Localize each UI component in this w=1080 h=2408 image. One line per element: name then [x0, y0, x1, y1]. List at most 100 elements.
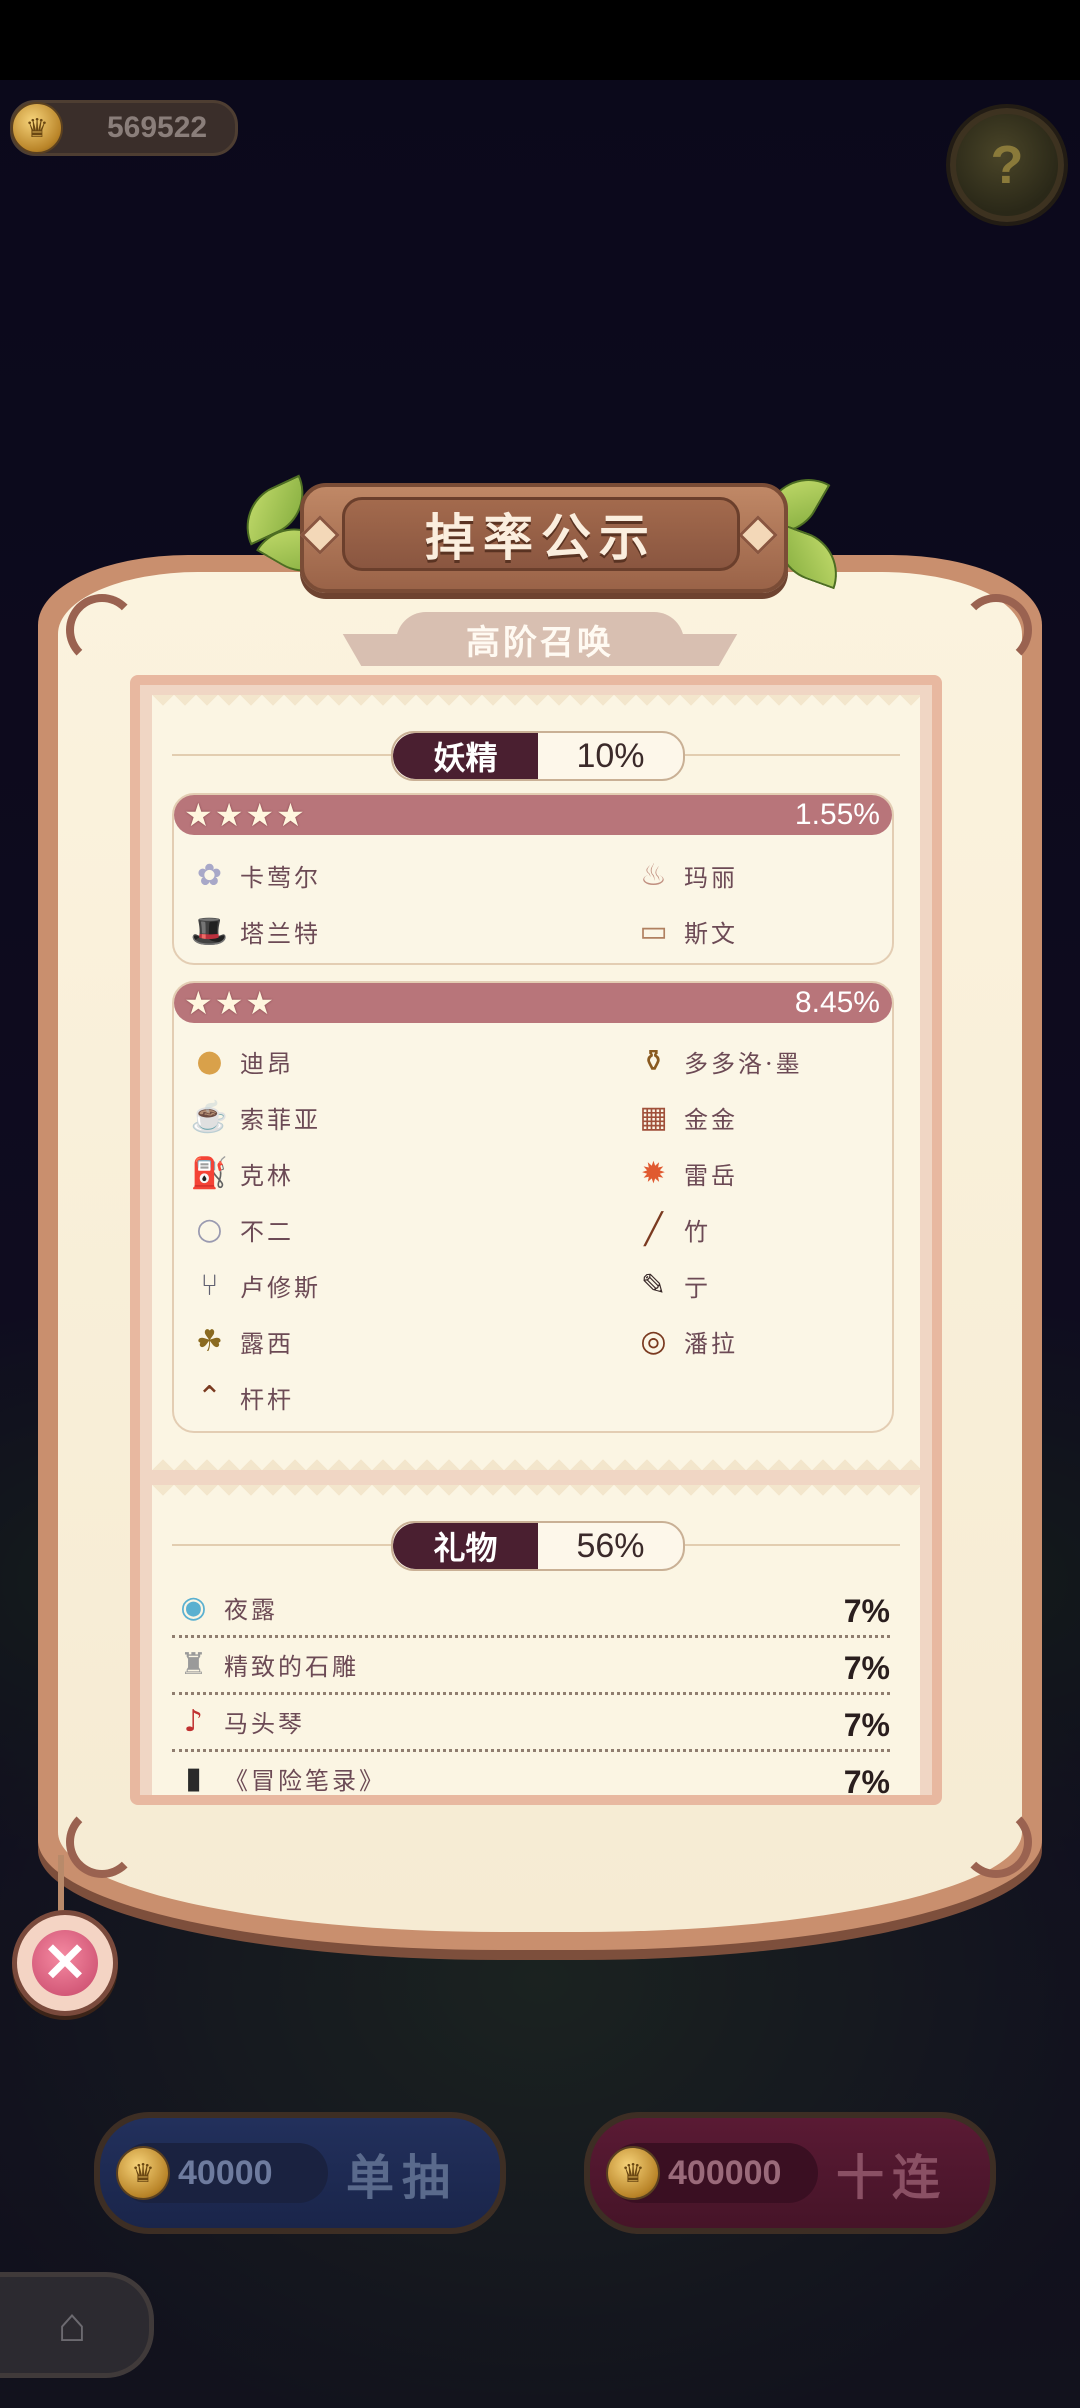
fairy-item: ◎ 潘拉 [632, 1317, 738, 1365]
tier-4-star: ★★★★ 1.55% ✿ 卡莺尔 ♨ 玛丽 🎩 塔兰特 ▭ 斯文 [172, 793, 894, 965]
book-icon: ▮ [185, 1760, 205, 1796]
fairy-item: ⛽ 克林 [188, 1149, 294, 1197]
fork-icon: ⑂ [200, 1267, 222, 1303]
rate-list-scroll[interactable]: 妖精 10% ★★★★ 1.55% ✿ 卡莺尔 ♨ 玛丽 🎩 塔兰特 ▭ 斯文 … [130, 675, 942, 1805]
card-edge [152, 695, 920, 717]
single-draw-button[interactable]: ♛ 40000 单抽 [94, 2112, 506, 2234]
draw-cost: ♛ 400000 [606, 2143, 818, 2203]
modal-title: 掉率公示 [342, 497, 740, 571]
corner-ornament [960, 594, 1032, 666]
gift-row: ▮ 《冒险笔录》 7% [172, 1752, 890, 1796]
fairy-name: 迪昂 [240, 1049, 294, 1078]
fire-helmet-icon: ✹ [640, 1155, 670, 1191]
fairy-item: ▦ 金金 [632, 1093, 738, 1141]
stick-icon: ╱ [644, 1211, 666, 1247]
help-button[interactable]: ? [950, 108, 1064, 222]
gift-item: ▮ 《冒险笔录》 [172, 1754, 386, 1796]
corner-ornament [66, 1806, 138, 1878]
gift-item: ◉ 夜露 [172, 1583, 278, 1631]
gift-name: 精致的石雕 [224, 1652, 359, 1681]
corner-ornament [960, 1806, 1032, 1878]
fairy-name: 索菲亚 [240, 1105, 321, 1134]
summon-type-ribbon: 高阶召唤 [396, 612, 684, 666]
tier-header: ★★★★ 1.55% [174, 795, 892, 835]
coin-icon: ♛ [606, 2146, 660, 2200]
fairy-rate: 10% [576, 736, 645, 775]
horn-icon: ☘ [196, 1323, 226, 1359]
cookie-icon: ● [196, 1043, 226, 1079]
fairy-item: ☕ 索菲亚 [188, 1093, 321, 1141]
fairy-name: 多多洛·墨 [684, 1049, 803, 1078]
fairy-item: ● 迪昂 [188, 1037, 294, 1085]
fairy-item: ⚱ 多多洛·墨 [632, 1037, 803, 1085]
fairy-label: 妖精 [393, 733, 538, 779]
donut-icon: ◎ [640, 1323, 670, 1359]
gift-item: ♪ 马头琴 [172, 1697, 305, 1745]
watering-can-icon: ⛽ [190, 1155, 232, 1191]
fairy-item: ✎ 亍 [632, 1261, 711, 1309]
dew-bowl-icon: ◉ [180, 1589, 210, 1625]
gift-item: ♜ 精致的石雕 [172, 1640, 359, 1688]
card-edge [152, 1448, 920, 1470]
treasure-chest-icon: ▦ [639, 1099, 671, 1135]
star-rating: ★★★★ [184, 797, 307, 833]
pot-icon: ⚱ [640, 1043, 670, 1079]
single-draw-label: 单抽 [346, 2152, 459, 2205]
gift-label: 礼物 [393, 1523, 538, 1569]
ten-draw-label: 十连 [836, 2152, 949, 2205]
fairy-name: 卡莺尔 [240, 863, 321, 892]
fairy-name: 斯文 [684, 919, 738, 948]
close-button[interactable]: ✕ [12, 1910, 118, 2016]
fairy-item: ☘ 露西 [188, 1317, 294, 1365]
gift-rate: 7% [843, 1593, 890, 1629]
tier-rate: 1.55% [794, 798, 880, 831]
fairy-name: 露西 [240, 1329, 294, 1358]
gift-rate: 7% [843, 1707, 890, 1743]
fairy-item: ✿ 卡莺尔 [188, 851, 321, 899]
gift-list: ◉ 夜露 7% ♜ 精致的石雕 7% ♪ 马头琴 7% ▮ 《冒险笔录》 7% [172, 1581, 890, 1795]
home-button[interactable]: ⌂ [0, 2272, 154, 2378]
fairy-name: 不二 [240, 1217, 294, 1246]
coin-icon: ♛ [11, 102, 63, 154]
tier-3-star: ★★★ 8.45% ● 迪昂 ⚱ 多多洛·墨 ☕ 索菲亚 ▦ 金金 ⛽ 克林 ✹… [172, 981, 894, 1433]
tier-rate: 8.45% [794, 986, 880, 1019]
gift-name: 马头琴 [224, 1709, 305, 1738]
fairy-name: 杆杆 [240, 1385, 294, 1414]
gift-rate: 7% [843, 1650, 890, 1686]
fairy-rate-card: 妖精 10% ★★★★ 1.55% ✿ 卡莺尔 ♨ 玛丽 🎩 塔兰特 ▭ 斯文 … [152, 695, 920, 1470]
gift-rate-pill: 礼物 56% [391, 1521, 685, 1571]
card-edge [152, 1485, 920, 1507]
snowball-icon: ○ [196, 1211, 226, 1247]
fairy-name: 竹 [684, 1217, 711, 1246]
coin-balance: ♛ 569522 [10, 100, 238, 156]
tier-header: ★★★ 8.45% [174, 983, 892, 1023]
fairy-name: 亍 [684, 1273, 711, 1302]
ten-draw-cost: 400000 [668, 2153, 782, 2192]
flower-fairy-icon: ✿ [196, 857, 226, 893]
gift-rate: 7% [843, 1764, 890, 1795]
fairy-item: ⌃ 杆杆 [188, 1373, 294, 1421]
home-icon: ⌂ [57, 2298, 87, 2352]
fairy-name: 金金 [684, 1105, 738, 1134]
draw-cost: ♛ 40000 [116, 2143, 328, 2203]
fairy-item: 🎩 塔兰特 [188, 907, 321, 955]
cloud-fairy-icon: ♨ [640, 857, 670, 893]
brush-icon: ✎ [640, 1267, 670, 1303]
gift-row: ♜ 精致的石雕 7% [172, 1638, 890, 1695]
statue-icon: ♜ [180, 1646, 210, 1682]
gift-name: 夜露 [224, 1595, 278, 1624]
star-rating: ★★★ [184, 985, 277, 1021]
gift-name: 《冒险笔录》 [224, 1766, 386, 1795]
close-rope [58, 1855, 64, 1915]
ten-draw-button[interactable]: ♛ 400000 十连 [584, 2112, 996, 2234]
fairy-name: 潘拉 [684, 1329, 738, 1358]
gift-rate: 56% [576, 1526, 645, 1565]
fairy-name: 雷岳 [684, 1161, 738, 1190]
coin-balance-value: 569522 [107, 111, 208, 144]
fairy-item: ╱ 竹 [632, 1205, 711, 1253]
top-hat-icon: 🎩 [190, 913, 232, 949]
close-icon: ✕ [32, 1930, 98, 1996]
gift-row: ♪ 马头琴 7% [172, 1695, 890, 1752]
fiddle-icon: ♪ [183, 1703, 207, 1739]
fairy-rate-pill: 妖精 10% [391, 731, 685, 781]
